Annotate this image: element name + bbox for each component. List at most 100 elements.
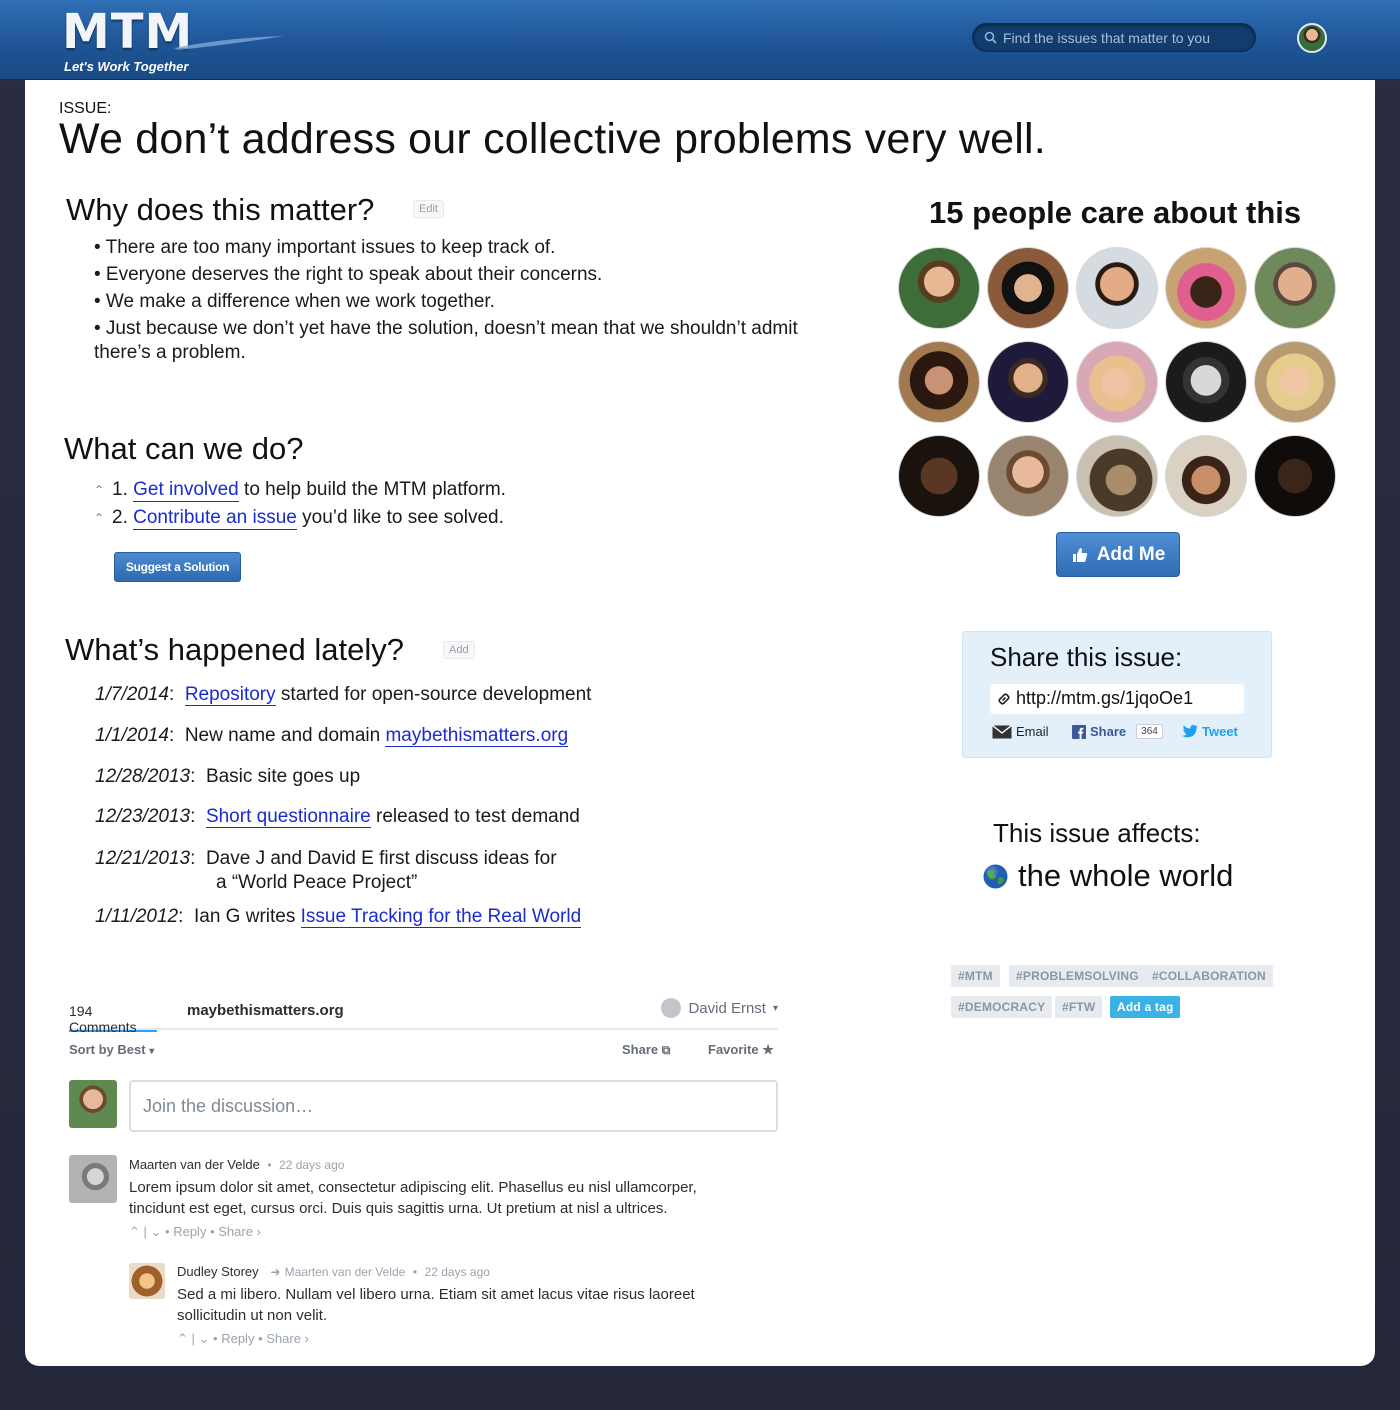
comment-time[interactable]: 22 days ago: [425, 1265, 490, 1279]
comment-reply: Dudley Storey ➜ Maarten van der Velde • …: [177, 1263, 757, 1347]
favorite-button[interactable]: Favorite ★: [708, 1042, 774, 1058]
upvote-icon[interactable]: ⌃: [129, 1224, 140, 1239]
twitter-bird-icon: [1182, 725, 1198, 738]
tag[interactable]: #DEMOCRACY: [951, 996, 1053, 1018]
avatar[interactable]: [987, 247, 1069, 329]
timeline-item: 12/23/2013: Short questionnaire released…: [95, 806, 580, 828]
timeline-item: 12/28/2013: Basic site goes up: [95, 766, 361, 787]
search-input[interactable]: [1003, 28, 1248, 48]
avatar[interactable]: [898, 247, 980, 329]
logo-text: MTM: [62, 4, 194, 60]
questionnaire-link[interactable]: Short questionnaire: [205, 806, 371, 828]
list-item: • We make a difference when we work toge…: [94, 291, 495, 312]
user-avatar[interactable]: [1297, 23, 1327, 53]
share-url-field[interactable]: http://mtm.gs/1jqoOe1: [990, 684, 1244, 714]
upvote-icon[interactable]: ⌃: [177, 1331, 188, 1346]
comment-time[interactable]: 22 days ago: [279, 1158, 344, 1172]
reply-to-author[interactable]: Maarten van der Velde: [285, 1265, 406, 1279]
edit-button[interactable]: Edit: [413, 200, 444, 218]
tag[interactable]: #MTM: [951, 965, 1000, 987]
chevron-down-icon: ▾: [149, 1046, 155, 1057]
share-out-icon: ⧉: [661, 1043, 671, 1057]
reply-button[interactable]: Reply: [221, 1331, 254, 1346]
upvote-icon[interactable]: ⌃: [94, 511, 112, 525]
downvote-icon[interactable]: ⌄: [151, 1224, 162, 1239]
tab-comments[interactable]: 194 Comments: [69, 1003, 157, 1035]
what-list: ⌃ 1. Get involved to help build the MTM …: [94, 476, 506, 532]
comments-share-button[interactable]: Share ⧉: [622, 1042, 670, 1058]
top-bar: MTM Let's Work Together: [0, 0, 1400, 80]
thumbs-up-icon: [1072, 547, 1087, 562]
upvote-icon[interactable]: ⌃: [94, 483, 112, 497]
avatar[interactable]: [898, 435, 980, 517]
add-button[interactable]: Add: [443, 641, 475, 659]
avatar[interactable]: [1165, 341, 1247, 423]
logo[interactable]: MTM Let's Work Together: [62, 4, 284, 76]
avatar[interactable]: [1165, 247, 1247, 329]
get-involved-link[interactable]: Get involved: [133, 479, 239, 502]
comment-actions: ⌃ | ⌄ • Reply • Share ›: [129, 1224, 261, 1239]
tweet-button[interactable]: Tweet: [1182, 724, 1238, 739]
comment-user-menu[interactable]: David Ernst ▾: [661, 998, 778, 1018]
what-heading: What can we do?: [64, 431, 304, 466]
add-tag-button[interactable]: Add a tag: [1110, 996, 1181, 1018]
comments-tabs: 194 Comments maybethismatters.org David …: [69, 998, 778, 1035]
avatar[interactable]: [1165, 435, 1247, 517]
avatar[interactable]: [1076, 247, 1158, 329]
avatar[interactable]: [898, 341, 980, 423]
domain-link[interactable]: maybethismatters.org: [385, 725, 569, 747]
issue-tracking-link[interactable]: Issue Tracking for the Real World: [300, 906, 582, 928]
list-item: ⌃ 2. Contribute an issue you’d like to s…: [94, 506, 504, 530]
contribute-issue-link[interactable]: Contribute an issue: [133, 507, 297, 530]
comment-input[interactable]: [129, 1080, 778, 1132]
tag[interactable]: #FTW: [1055, 996, 1103, 1018]
avatar[interactable]: [987, 435, 1069, 517]
globe-icon: [983, 864, 1008, 888]
tag[interactable]: #PROBLEMSOLVING: [1009, 965, 1146, 987]
comment-author[interactable]: Maarten van der Velde: [129, 1157, 260, 1172]
supporter-avatars: [898, 247, 1338, 517]
comment: Maarten van der Velde • 22 days ago Lore…: [129, 1156, 749, 1240]
timeline-item: 1/1/2014: New name and domain maybethism…: [95, 725, 569, 747]
comments-toolbar: Sort by Best ▾ Share ⧉ Favorite ★: [69, 1042, 778, 1062]
avatar[interactable]: [129, 1263, 165, 1299]
share-actions: Email Share 364 Tweet: [992, 724, 1252, 744]
search-icon: [984, 31, 997, 44]
sort-dropdown[interactable]: Sort by Best ▾: [69, 1042, 154, 1057]
comment-share-button[interactable]: Share ›: [218, 1224, 261, 1239]
avatar[interactable]: [1254, 341, 1336, 423]
list-item: • There are too many important issues to…: [94, 237, 556, 258]
comment-share-button[interactable]: Share ›: [266, 1331, 309, 1346]
timeline-item-continued: a “World Peace Project”: [216, 872, 418, 893]
comment-actions: ⌃ | ⌄ • Reply • Share ›: [177, 1331, 309, 1346]
add-me-button[interactable]: Add Me: [1056, 532, 1180, 577]
reply-arrow-icon: ➜: [270, 1265, 281, 1279]
tag[interactable]: #COLLABORATION: [1145, 965, 1273, 987]
affects-value: the whole world: [983, 858, 1233, 894]
lately-heading: What’s happened lately?: [65, 632, 404, 667]
share-heading: Share this issue:: [990, 642, 1183, 672]
repository-link[interactable]: Repository: [184, 684, 276, 706]
envelope-icon: [992, 724, 1012, 738]
avatar[interactable]: [987, 341, 1069, 423]
suggest-solution-button[interactable]: Suggest a Solution: [114, 552, 241, 582]
chevron-down-icon: ▾: [772, 1002, 778, 1014]
logo-tagline: Let's Work Together: [64, 59, 189, 74]
email-share-button[interactable]: Email: [992, 724, 1049, 739]
avatar[interactable]: [69, 1155, 117, 1203]
issue-title: We don’t address our collective problems…: [59, 115, 1046, 163]
search-box[interactable]: [972, 23, 1256, 52]
reply-button[interactable]: Reply: [173, 1224, 206, 1239]
avatar[interactable]: [1254, 435, 1336, 517]
comment-author[interactable]: Dudley Storey: [177, 1264, 259, 1279]
downvote-icon[interactable]: ⌄: [199, 1331, 210, 1346]
tab-community[interactable]: maybethismatters.org: [187, 1002, 344, 1019]
logo-swoosh-icon: [174, 36, 284, 50]
avatar[interactable]: [1076, 435, 1158, 517]
comment-body: Lorem ipsum dolor sit amet, consectetur …: [129, 1179, 697, 1217]
link-icon: [998, 693, 1010, 705]
facebook-share-button[interactable]: Share 364: [1072, 724, 1163, 739]
avatar[interactable]: [1254, 247, 1336, 329]
user-bubble-icon: [661, 998, 682, 1018]
avatar[interactable]: [1076, 341, 1158, 423]
